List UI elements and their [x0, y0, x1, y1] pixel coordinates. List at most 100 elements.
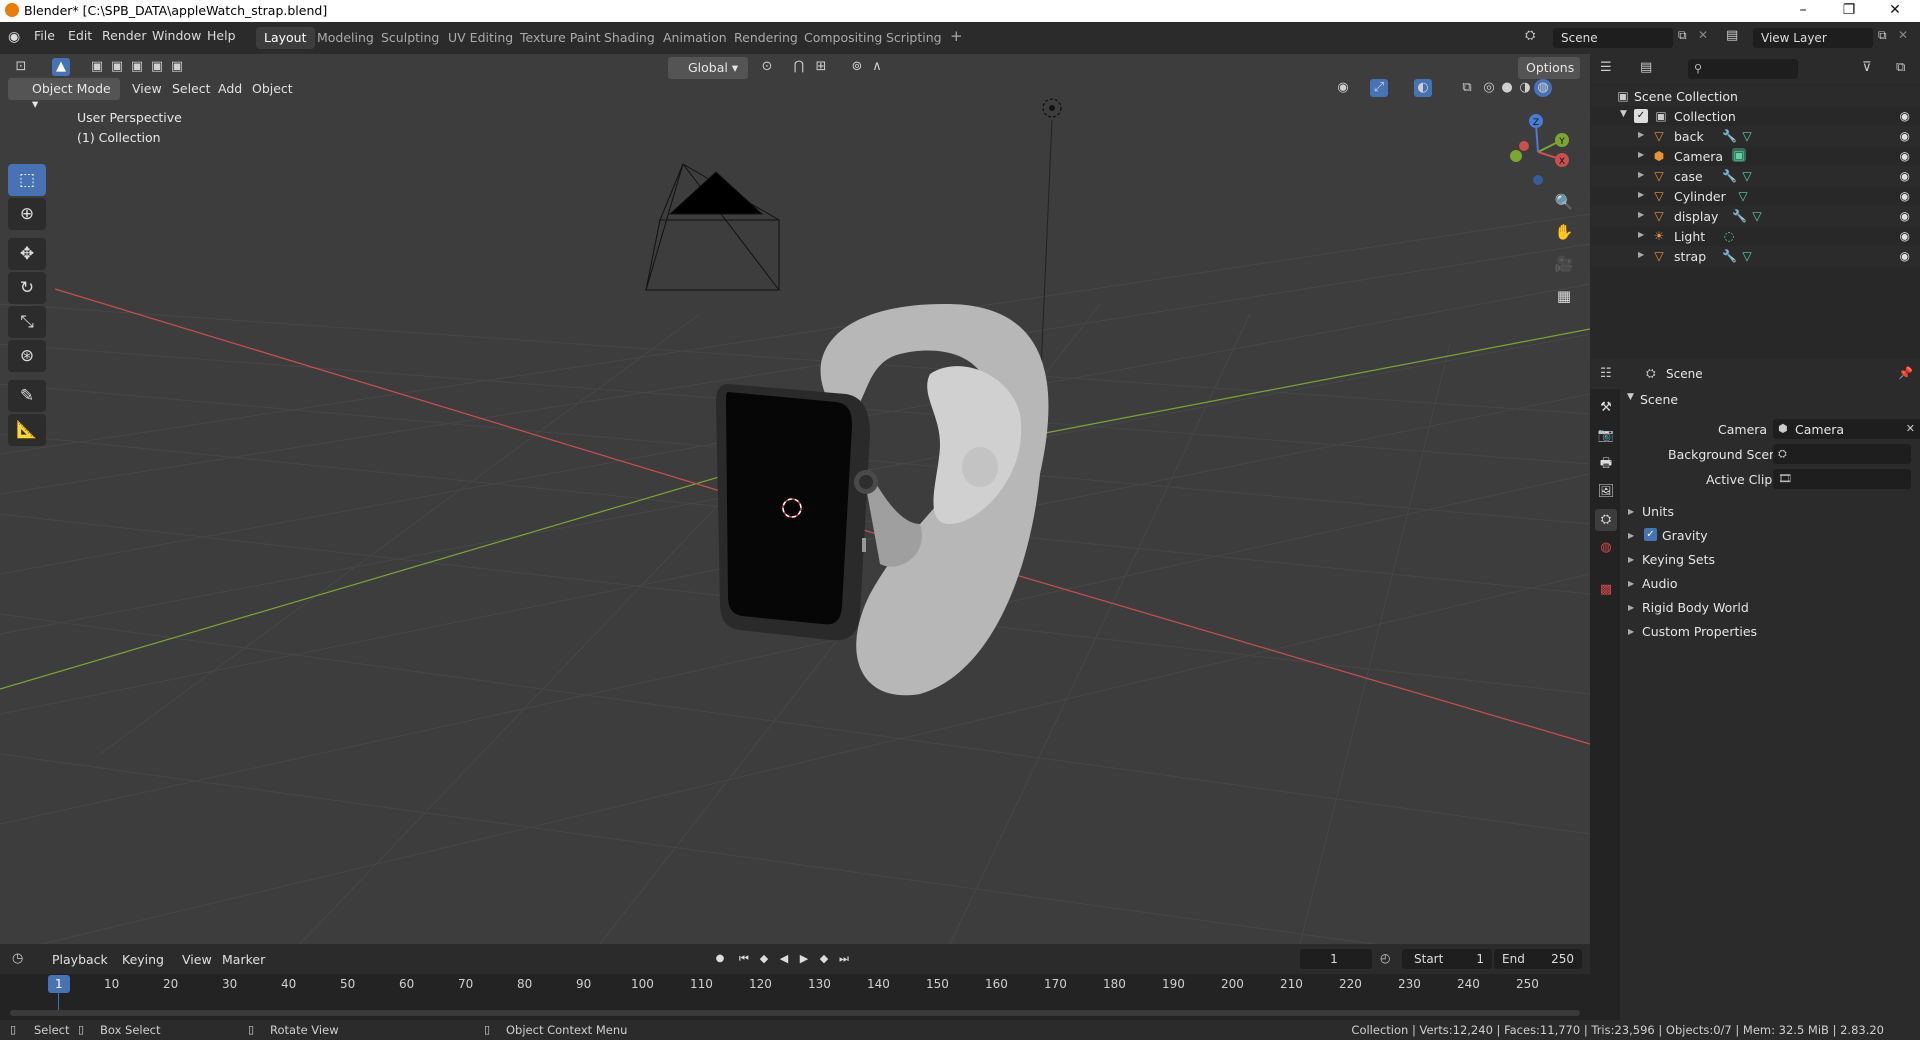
timeline-menu-playback[interactable]: Playback: [52, 952, 108, 967]
tab-uv-editing[interactable]: UV Editing: [440, 27, 521, 49]
gravity-checkbox-icon[interactable]: ✓: [1644, 528, 1657, 541]
eye-icon[interactable]: ◉: [1900, 189, 1910, 203]
expand-arrow-icon[interactable]: ▶: [1638, 210, 1644, 219]
menu-edit[interactable]: Edit: [68, 28, 92, 43]
jump-start-icon[interactable]: ⏮: [736, 951, 752, 967]
select-tool-icon[interactable]: ▲: [52, 58, 70, 76]
section-audio[interactable]: Audio: [1642, 576, 1678, 591]
falloff-icon[interactable]: ∧: [868, 58, 886, 76]
expand-arrow-icon[interactable]: ▶: [1638, 150, 1644, 159]
tab-layout[interactable]: Layout: [256, 27, 315, 49]
scene-name-field[interactable]: Scene: [1553, 28, 1673, 48]
eye-icon[interactable]: ◉: [1900, 109, 1910, 123]
proportional-edit-icon[interactable]: ⊚: [848, 58, 866, 76]
eye-icon[interactable]: ◉: [1900, 169, 1910, 183]
delete-view-layer-icon[interactable]: ✕: [1898, 28, 1916, 46]
tab-compositing[interactable]: Compositing: [796, 27, 890, 49]
select-mode-intersect-icon[interactable]: ▣: [168, 58, 186, 76]
material-shading-icon[interactable]: ◑: [1516, 79, 1534, 97]
3d-viewport[interactable]: ⊡ ▲ ▣ ▣ ▣ ▣ ▣ Global ▾ ⊙ ⋂ ⊞ ⊚ ∧ Options…: [0, 54, 1590, 944]
tab-sculpting[interactable]: Sculpting: [373, 27, 447, 49]
close-button[interactable]: ✕: [1872, 0, 1918, 22]
section-keying-sets[interactable]: Keying Sets: [1642, 552, 1715, 567]
expand-arrow-icon[interactable]: ▶: [1628, 507, 1634, 516]
record-icon[interactable]: ●: [712, 951, 728, 967]
select-mode-extend-icon[interactable]: ▣: [108, 58, 126, 76]
zoom-icon[interactable]: 🔍: [1550, 188, 1578, 216]
section-units[interactable]: Units: [1642, 504, 1674, 519]
snap-icon[interactable]: ⋂: [790, 58, 808, 76]
render-tab-icon[interactable]: 📷: [1595, 425, 1617, 447]
menu-file[interactable]: File: [34, 28, 55, 43]
expand-arrow-icon[interactable]: ▶: [1628, 579, 1634, 588]
timeline-menu-keying[interactable]: Keying: [122, 952, 164, 967]
viewport-menu-view[interactable]: View: [132, 81, 162, 96]
wireframe-shading-icon[interactable]: ◎: [1480, 79, 1498, 97]
menu-render[interactable]: Render: [102, 28, 147, 43]
expand-arrow-icon[interactable]: ▼: [1620, 109, 1627, 119]
minimize-button[interactable]: –: [1780, 0, 1826, 22]
section-custom-properties[interactable]: Custom Properties: [1642, 624, 1757, 639]
select-mode-new-icon[interactable]: ▣: [88, 58, 106, 76]
viewport-menu-select[interactable]: Select: [172, 81, 211, 96]
new-scene-icon[interactable]: ⧉: [1678, 28, 1696, 46]
xray-icon[interactable]: ⧉: [1458, 79, 1476, 97]
orthographic-toggle-icon[interactable]: ▦: [1550, 282, 1578, 310]
blender-menu-icon[interactable]: ◉: [8, 29, 26, 47]
view-layer-browse-icon[interactable]: ▤: [1726, 28, 1746, 48]
select-mode-subtract-icon[interactable]: ▣: [128, 58, 146, 76]
options-dropdown[interactable]: Options: [1518, 57, 1580, 79]
display-mode-icon[interactable]: ▤: [1640, 60, 1652, 75]
outliner-row-object[interactable]: ▶ ☀ Light ◌ ◉: [1590, 226, 1920, 246]
timeline-editor-icon[interactable]: ◷: [12, 951, 23, 966]
outliner-row-object[interactable]: ▶ ▽ case 🔧 ▽ ◉: [1590, 166, 1920, 186]
tab-modeling[interactable]: Modeling: [309, 27, 382, 49]
eye-icon[interactable]: ◉: [1900, 149, 1910, 163]
outliner-row-object[interactable]: ▶ ⬢ Camera ▣ ◉: [1590, 146, 1920, 166]
select-mode-invert-icon[interactable]: ▣: [148, 58, 166, 76]
output-tab-icon[interactable]: 🖶: [1595, 453, 1617, 475]
rendered-shading-icon[interactable]: ◍: [1534, 79, 1552, 97]
current-frame-field[interactable]: 1: [1300, 949, 1372, 969]
watch-model[interactable]: [716, 303, 1049, 696]
tool-transform[interactable]: ⊛: [8, 340, 46, 372]
section-rigid-body-world[interactable]: Rigid Body World: [1642, 600, 1749, 615]
jump-end-icon[interactable]: ⏭: [836, 951, 852, 967]
tool-cursor[interactable]: ⊕: [8, 198, 46, 230]
clear-icon[interactable]: ✕: [1906, 422, 1915, 435]
viewport-menu-object[interactable]: Object: [252, 81, 293, 96]
delete-scene-icon[interactable]: ✕: [1698, 28, 1716, 46]
new-view-layer-icon[interactable]: ⧉: [1878, 28, 1896, 46]
solid-shading-icon[interactable]: ●: [1498, 79, 1516, 97]
tab-animation[interactable]: Animation: [655, 27, 735, 49]
timeline-menu-marker[interactable]: Marker: [222, 952, 265, 967]
prev-keyframe-icon[interactable]: ◆: [756, 951, 772, 967]
background-scene-field[interactable]: ⛭: [1773, 444, 1911, 464]
outliner-row-object[interactable]: ▶ ▽ display 🔧 ▽ ◉: [1590, 206, 1920, 226]
outliner-row-scene-collection[interactable]: ▣ Scene Collection: [1590, 86, 1920, 106]
tool-tab-icon[interactable]: ⚒: [1595, 397, 1617, 419]
outliner-row-object[interactable]: ▶ ▽ back 🔧 ▽ ◉: [1590, 126, 1920, 146]
expand-arrow-icon[interactable]: ▶: [1638, 170, 1644, 179]
tab-texture-paint[interactable]: Texture Paint: [512, 27, 609, 49]
expand-arrow-icon[interactable]: ▶: [1638, 130, 1644, 139]
outliner-editor-icon[interactable]: ☰: [1600, 60, 1612, 75]
camera-field[interactable]: ⬢ Camera ✕: [1773, 419, 1920, 439]
new-collection-icon[interactable]: ⧉: [1896, 60, 1905, 75]
tool-rotate[interactable]: ↻: [8, 272, 46, 304]
expand-arrow-icon[interactable]: ▶: [1628, 627, 1634, 636]
expand-arrow-icon[interactable]: ▶: [1638, 250, 1644, 259]
expand-arrow-icon[interactable]: ▶: [1628, 531, 1634, 540]
timeline-menu-view[interactable]: View: [182, 952, 212, 967]
section-gravity[interactable]: Gravity: [1662, 528, 1708, 543]
maximize-button[interactable]: ❐: [1826, 0, 1872, 22]
navigation-gizmo[interactable]: Z Y X: [1500, 108, 1580, 188]
tool-scale[interactable]: ⤡: [8, 306, 46, 338]
overlay-toggle-icon[interactable]: ◐: [1414, 79, 1432, 97]
eye-icon[interactable]: ◉: [1900, 249, 1910, 263]
outliner-row-object[interactable]: ▶ ▽ strap 🔧 ▽ ◉: [1590, 246, 1920, 266]
view-layer-tab-icon[interactable]: 🖼: [1595, 481, 1617, 503]
gizmo-toggle-icon[interactable]: ⤢: [1370, 79, 1388, 97]
tab-rendering[interactable]: Rendering: [726, 27, 806, 49]
camera-object[interactable]: [645, 163, 780, 291]
